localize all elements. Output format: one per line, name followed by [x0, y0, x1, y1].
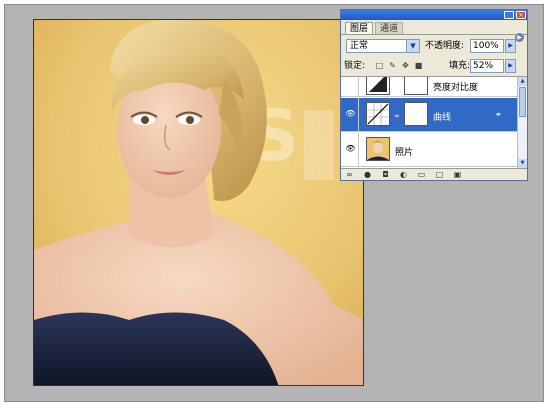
lock-label: 锁定:	[344, 61, 366, 71]
opacity-label: 不透明度:	[425, 41, 465, 51]
eye-icon[interactable]: 👁	[343, 133, 359, 166]
panel-titlebar[interactable]: _ ×	[341, 10, 527, 20]
portrait-image: S	[34, 20, 363, 385]
fill-arrow-icon[interactable]: ▶	[505, 59, 516, 73]
layer-name: 曲线	[433, 113, 452, 123]
layer-style-icon[interactable]: ●	[363, 171, 372, 179]
layer-brightness-contrast[interactable]: 亮度对比度	[341, 77, 517, 97]
scroll-up-icon[interactable]: ▲	[518, 77, 527, 86]
lock-all-icon[interactable]: ■	[414, 61, 423, 70]
layers-list: 亮度对比度 👁 ∞ 曲线 ⚭ 👁 照片	[341, 77, 527, 168]
layer-name: 照片	[395, 148, 414, 158]
mask-thumbnail	[404, 102, 428, 126]
blend-mode-value: 正常	[350, 41, 369, 51]
tab-layers[interactable]: 图层	[345, 22, 374, 34]
opacity-arrow-icon[interactable]: ▶	[505, 39, 516, 53]
lock-brush-icon[interactable]: ✎	[388, 61, 397, 70]
new-fill-adjustment-icon[interactable]: ◐	[399, 171, 408, 179]
lock-fill-row: 锁定: □ ✎ ✥ ■ 填充: 52% ▶	[341, 56, 527, 77]
tab-channels[interactable]: 通道	[375, 22, 404, 34]
blend-mode-select[interactable]: 正常 ▼	[346, 39, 420, 53]
layer-name: 亮度对比度	[433, 83, 479, 93]
visibility-toggle[interactable]	[343, 77, 359, 96]
new-layer-icon[interactable]: ▢	[435, 171, 444, 179]
adjustment-thumbnail	[366, 77, 390, 95]
scroll-thumb[interactable]	[519, 87, 526, 117]
panel-bottom-toolbar: ∞ ● ◘ ◐ ▭ ▢ ▣	[341, 168, 527, 181]
layer-photo[interactable]: 👁 照片	[341, 133, 517, 167]
mask-thumbnail	[404, 77, 428, 95]
eye-icon[interactable]: 👁	[343, 98, 359, 131]
layers-panel: _ × 图层 通道 ▶ 正常 ▼ 不透明度: 100% ▶ 锁定: □ ✎ ✥ …	[340, 9, 528, 181]
add-mask-icon[interactable]: ◘	[381, 171, 390, 179]
blend-opacity-row: 正常 ▼ 不透明度: 100% ▶	[341, 37, 527, 55]
trash-icon[interactable]: ▣	[453, 171, 462, 179]
panel-tabs: 图层 通道 ▶	[341, 20, 527, 42]
scroll-down-icon[interactable]: ▼	[518, 159, 527, 168]
new-group-icon[interactable]: ▭	[417, 171, 426, 179]
layers-scrollbar[interactable]: ▲ ▼	[517, 77, 527, 168]
lock-transparent-icon[interactable]: □	[375, 61, 384, 70]
layer-curves[interactable]: 👁 ∞ 曲线 ⚭	[341, 98, 517, 132]
opacity-field[interactable]: 100%	[470, 39, 504, 53]
curves-thumbnail	[366, 102, 390, 126]
lock-move-icon[interactable]: ✥	[401, 61, 410, 70]
photo-thumbnail	[366, 137, 390, 161]
close-icon[interactable]: ×	[516, 11, 526, 19]
chevron-down-icon[interactable]: ▼	[406, 40, 419, 52]
link-icon[interactable]: ∞	[394, 112, 400, 120]
layer-link-icon: ⚭	[495, 110, 502, 119]
link-layers-icon[interactable]: ∞	[345, 171, 354, 179]
minimize-icon[interactable]: _	[504, 11, 514, 19]
document-photo[interactable]: S	[33, 19, 364, 386]
fill-field[interactable]: 52%	[470, 59, 504, 73]
fill-label: 填充:	[449, 61, 471, 71]
